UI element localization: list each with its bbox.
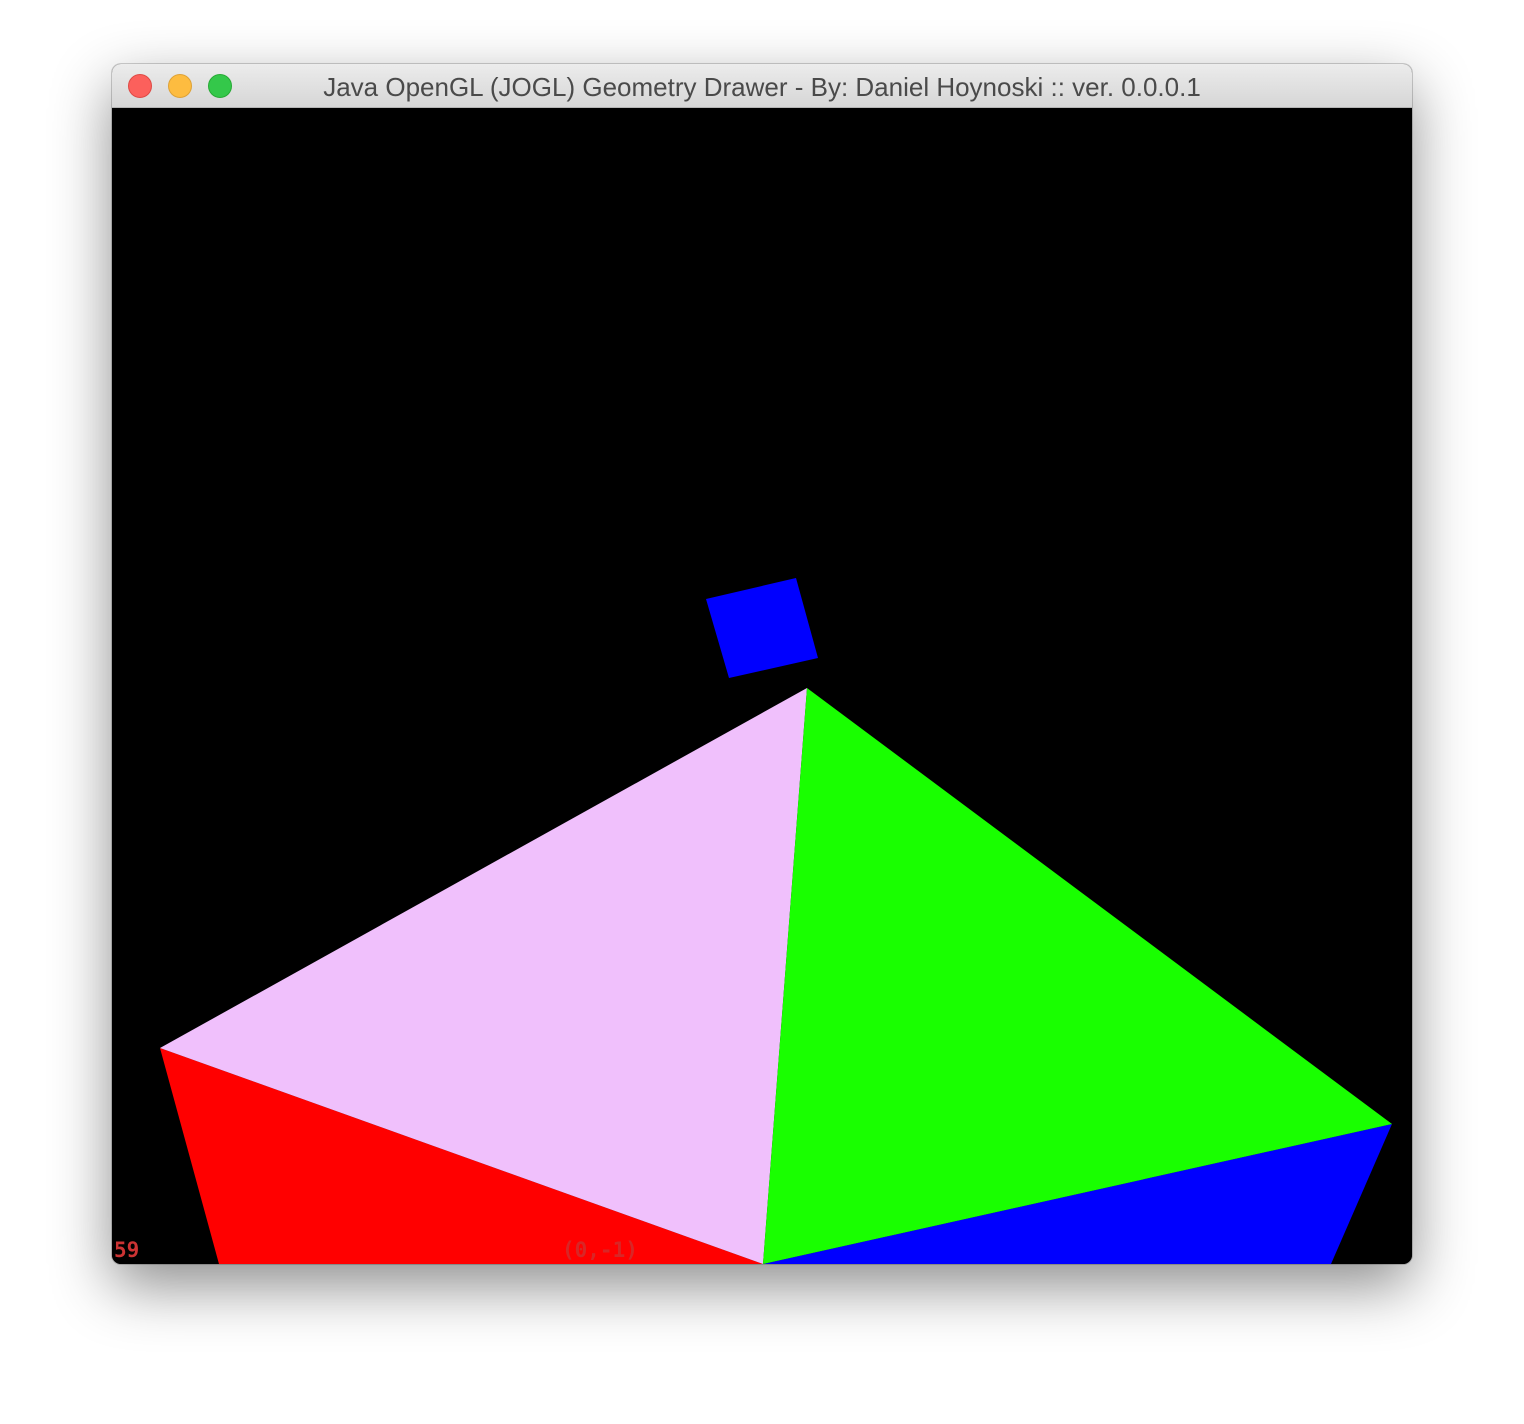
- geometry-scene: [160, 578, 1392, 1264]
- title-bar[interactable]: Java OpenGL (JOGL) Geometry Drawer - By:…: [112, 64, 1412, 108]
- app-window: Java OpenGL (JOGL) Geometry Drawer - By:…: [112, 64, 1412, 1264]
- window-title: Java OpenGL (JOGL) Geometry Drawer - By:…: [323, 72, 1201, 102]
- opengl-canvas[interactable]: 59 (0,-1): [112, 108, 1412, 1264]
- fps-counter: 59: [114, 1238, 140, 1262]
- coordinate-readout: (0,-1): [562, 1238, 638, 1262]
- blue-square: [706, 578, 818, 678]
